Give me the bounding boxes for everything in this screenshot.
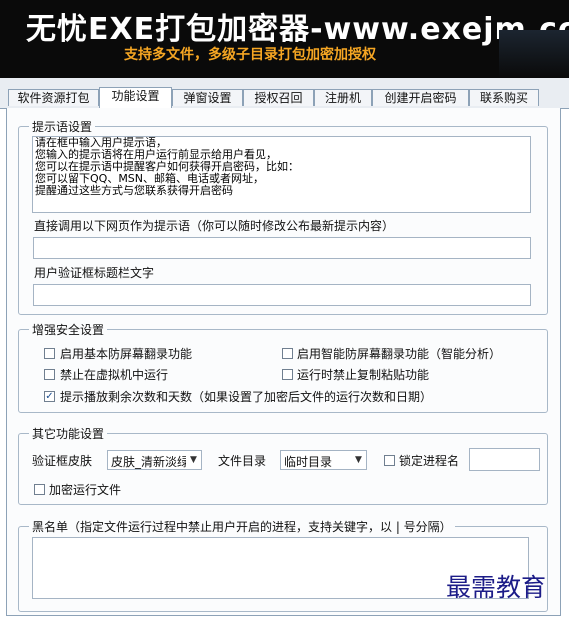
banner-title: 无忧EXE打包加密器-www.exejm.com (26, 12, 569, 47)
no-vm-checkbox[interactable] (44, 369, 55, 380)
caption-label: 用户验证框标题栏文字 (34, 266, 155, 280)
lock-process-checkbox[interactable] (384, 455, 395, 466)
skin-select-value: 皮肤_清新淡绿 (111, 455, 190, 469)
no-copy-paste-label: 运行时禁止复制粘贴功能 (297, 368, 430, 382)
security-settings-legend: 增强安全设置 (32, 323, 105, 337)
banner-subtitle: 支持多文件，多级子目录打包加密加授权 (124, 47, 376, 63)
no-vm-label: 禁止在虚拟机中运行 (60, 368, 169, 382)
banner-decoration (499, 30, 569, 78)
prompt-textarea[interactable]: 请在框中输入用户提示语， 您输入的提示语将在用户运行前显示给用户看见， 您可以在… (32, 136, 531, 213)
tab-bar: 软件资源打包 功能设置 弹窗设置 授权召回 注册机 创建开启密码 联系购买 (0, 78, 569, 109)
tab-contact-purchase[interactable]: 联系购买 (469, 89, 539, 106)
lock-process-input[interactable] (469, 448, 540, 471)
chevron-down-icon[interactable]: ▼ (351, 451, 366, 469)
no-copy-paste-checkbox[interactable] (282, 369, 293, 380)
url-prompt-label: 直接调用以下网页作为提示语（你可以随时修改公布最新提示内容） (34, 219, 395, 233)
show-remaining-label: 提示播放剩余次数和天数（如果设置了加密后文件的运行次数和日期） (60, 390, 433, 404)
anti-record-basic-checkbox[interactable] (44, 348, 55, 359)
tab-popup-settings[interactable]: 弹窗设置 (172, 89, 243, 106)
tab-create-password[interactable]: 创建开启密码 (372, 89, 469, 106)
prompt-settings-legend: 提示语设置 (32, 120, 93, 134)
blacklist-legend: 黑名单（指定文件运行过程中禁止用户开启的进程，支持关键字，以 | 号分隔） (32, 520, 452, 534)
show-remaining-checkbox[interactable]: ✓ (44, 391, 55, 402)
skin-select[interactable]: 皮肤_清新淡绿 ▼ (107, 450, 202, 470)
watermark-text: 最需教育 (446, 573, 547, 602)
dir-select-value: 临时目录 (284, 455, 333, 469)
lock-process-label: 锁定进程名 (399, 454, 460, 468)
anti-record-smart-checkbox[interactable] (282, 348, 293, 359)
tab-license-recall[interactable]: 授权召回 (243, 89, 314, 106)
app-banner: 无忧EXE打包加密器-www.exejm.com 支持多文件，多级子目录打包加密… (0, 0, 569, 78)
skin-label: 验证框皮肤 (32, 454, 93, 468)
other-settings-legend: 其它功能设置 (32, 427, 105, 441)
tab-keygen[interactable]: 注册机 (314, 89, 372, 106)
encrypt-run-label: 加密运行文件 (49, 483, 122, 497)
chevron-down-icon[interactable]: ▼ (186, 451, 201, 469)
tab-function-settings[interactable]: 功能设置 (99, 87, 172, 108)
anti-record-smart-label: 启用智能防屏幕翻录功能（智能分析） (297, 347, 502, 361)
caption-input[interactable] (33, 284, 531, 306)
dir-label: 文件目录 (218, 454, 267, 468)
dir-select[interactable]: 临时目录 ▼ (280, 450, 367, 470)
tab-resource-pack[interactable]: 软件资源打包 (8, 89, 99, 106)
encrypt-run-checkbox[interactable] (34, 484, 45, 495)
anti-record-basic-label: 启用基本防屏幕翻录功能 (60, 347, 193, 361)
url-prompt-input[interactable] (33, 237, 531, 259)
